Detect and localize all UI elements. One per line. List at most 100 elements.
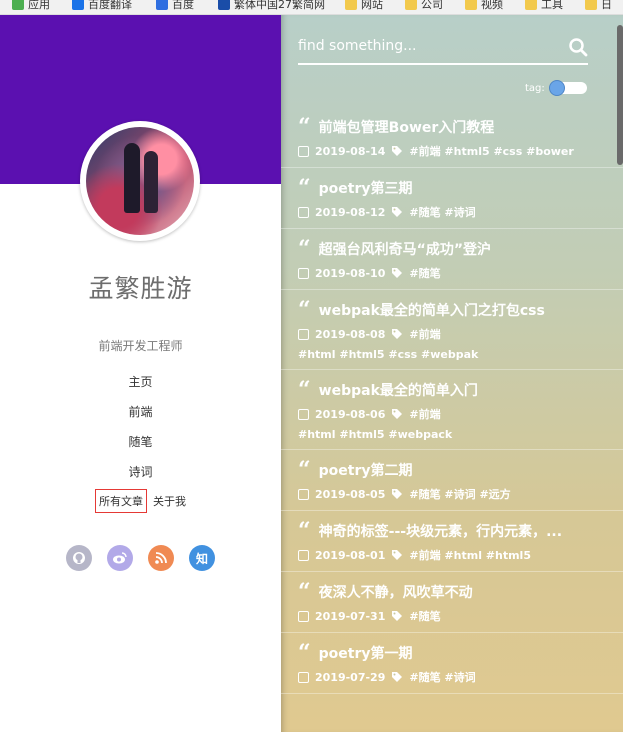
weibo-icon-glyph bbox=[113, 552, 127, 564]
nav-secondary: 所有文章 关于我 bbox=[0, 489, 281, 513]
avatar-photo bbox=[86, 127, 194, 235]
post-item[interactable]: “ poetry第二期 2019-08-05 #随笔 #诗词 #远方 bbox=[281, 450, 623, 511]
post-title-row: “ 夜深人不静，风吹草不动 bbox=[298, 582, 606, 602]
post-title-row: “ webpak最全的简单入门之打包css bbox=[298, 300, 606, 320]
bookmark-item[interactable]: 工具 bbox=[525, 0, 563, 12]
post-title[interactable]: poetry第三期 bbox=[319, 178, 413, 198]
post-title-row: “ webpak最全的简单入门 bbox=[298, 380, 606, 400]
post-item[interactable]: “ poetry第三期 2019-08-12 #随笔 #诗词 bbox=[281, 168, 623, 229]
post-tags[interactable]: #前端 #html5 #css #bower bbox=[409, 143, 573, 159]
post-tags[interactable]: #前端 bbox=[409, 406, 440, 422]
bookmark-icon bbox=[72, 0, 84, 10]
tag-icon bbox=[392, 409, 403, 419]
search-input[interactable] bbox=[298, 38, 558, 54]
calendar-icon bbox=[298, 328, 309, 340]
post-title[interactable]: 前端包管理Bower入门教程 bbox=[319, 117, 495, 137]
tag-icon bbox=[392, 550, 403, 560]
post-tags[interactable]: #前端 #html #html5 bbox=[409, 547, 531, 563]
bookmark-label: 应用 bbox=[28, 0, 50, 11]
nav-item-frontend[interactable]: 前端 bbox=[0, 402, 281, 432]
post-meta: 2019-08-14 #前端 #html5 #css #bower bbox=[298, 143, 606, 159]
bookmark-item[interactable]: 百度 bbox=[156, 0, 194, 12]
post-item[interactable]: “ 超强台风利奇马“成功”登沪 2019-08-10 #随笔 bbox=[281, 229, 623, 290]
calendar-icon bbox=[298, 488, 309, 500]
post-date: 2019-08-01 bbox=[315, 548, 386, 562]
bookmark-label: 日 bbox=[601, 0, 612, 11]
zhihu-icon[interactable]: 知 bbox=[189, 545, 215, 571]
bookmark-item[interactable]: 繁体中国27繁简网 bbox=[218, 0, 325, 12]
post-tags[interactable]: #前端 bbox=[409, 326, 440, 342]
bookmark-icon bbox=[585, 0, 597, 10]
profile-subtitle: 前端开发工程师 bbox=[98, 339, 183, 353]
nav-item-essay[interactable]: 随笔 bbox=[0, 432, 281, 462]
post-date: 2019-08-14 bbox=[315, 144, 386, 158]
nav-item-poetry[interactable]: 诗词 bbox=[0, 462, 281, 492]
post-title[interactable]: poetry第一期 bbox=[319, 643, 413, 663]
post-date: 2019-08-08 bbox=[315, 327, 386, 341]
post-tags[interactable]: #随笔 bbox=[409, 608, 440, 624]
avatar-figure bbox=[124, 143, 140, 213]
post-item[interactable]: “ 夜深人不静，风吹草不动 2019-07-31 #随笔 bbox=[281, 572, 623, 633]
article-panel: tag: “ 前端包管理Bower入门教程 2019-08-14 #前端 #html5… bbox=[281, 15, 623, 732]
bookmark-item[interactable]: 网站 bbox=[345, 0, 383, 12]
post-item[interactable]: “ webpak最全的简单入门之打包css 2019-08-08 #前端 #html #… bbox=[281, 290, 623, 370]
post-meta: 2019-08-08 #前端 bbox=[298, 326, 606, 342]
nav-item-all-articles[interactable]: 所有文章 bbox=[95, 489, 147, 513]
post-tags[interactable]: #随笔 #诗词 bbox=[409, 669, 475, 685]
bookmark-item[interactable]: 公司 bbox=[405, 0, 443, 12]
tag-icon bbox=[392, 672, 403, 682]
post-meta: 2019-08-05 #随笔 #诗词 #远方 bbox=[298, 486, 606, 502]
post-extra-tags[interactable]: #html #html5 #webpack bbox=[298, 428, 606, 441]
post-tags[interactable]: #随笔 #诗词 bbox=[409, 204, 475, 220]
bookmark-item[interactable]: 日 bbox=[585, 0, 612, 12]
post-extra-tags[interactable]: #html #html5 #css #webpak bbox=[298, 348, 606, 361]
post-title[interactable]: webpak最全的简单入门之打包css bbox=[319, 300, 545, 320]
post-title[interactable]: 神奇的标签---块级元素，行内元素，... bbox=[319, 521, 562, 541]
post-item[interactable]: “ 神奇的标签---块级元素，行内元素，... 2019-08-01 #前端 #htm… bbox=[281, 511, 623, 572]
bookmark-item[interactable]: 应用 bbox=[12, 0, 50, 12]
bookmark-item[interactable]: 视频 bbox=[465, 0, 503, 12]
calendar-icon bbox=[298, 610, 309, 622]
quote-icon: “ bbox=[298, 117, 311, 137]
tag-toggle-switch[interactable] bbox=[548, 80, 587, 96]
bookmark-label: 视频 bbox=[481, 0, 503, 11]
bookmark-item[interactable]: 百度翻译 bbox=[72, 0, 132, 12]
search-bar bbox=[298, 33, 588, 65]
rss-icon[interactable] bbox=[148, 545, 174, 571]
bookmark-label: 百度 bbox=[172, 0, 194, 11]
search-icon[interactable] bbox=[568, 37, 588, 57]
scrollbar[interactable] bbox=[617, 25, 623, 165]
nav-item-about[interactable]: 关于我 bbox=[153, 489, 186, 513]
post-tags[interactable]: #随笔 #诗词 #远方 bbox=[409, 486, 510, 502]
post-item[interactable]: “ poetry第一期 2019-07-29 #随笔 #诗词 bbox=[281, 633, 623, 694]
post-meta: 2019-08-06 #前端 bbox=[298, 406, 606, 422]
post-date: 2019-08-12 bbox=[315, 205, 386, 219]
bookmark-label: 公司 bbox=[421, 0, 443, 11]
calendar-icon bbox=[298, 267, 309, 279]
github-icon-glyph bbox=[73, 552, 85, 564]
tag-icon bbox=[392, 268, 403, 278]
post-date: 2019-08-06 bbox=[315, 407, 386, 421]
post-item[interactable]: “ 前端包管理Bower入门教程 2019-08-14 #前端 #html5 #css… bbox=[281, 107, 623, 168]
post-title[interactable]: webpak最全的简单入门 bbox=[319, 380, 478, 400]
post-title[interactable]: 夜深人不静，风吹草不动 bbox=[319, 582, 473, 602]
zhihu-glyph: 知 bbox=[195, 551, 208, 566]
post-title[interactable]: 超强台风利奇马“成功”登沪 bbox=[319, 239, 491, 259]
post-date: 2019-08-05 bbox=[315, 487, 386, 501]
bookmark-label: 工具 bbox=[541, 0, 563, 11]
avatar[interactable] bbox=[80, 121, 200, 241]
github-icon[interactable] bbox=[66, 545, 92, 571]
tag-toggle-label: tag: bbox=[525, 82, 545, 94]
post-item[interactable]: “ webpak最全的简单入门 2019-08-06 #前端 #html #html5 … bbox=[281, 370, 623, 450]
bookmark-icon bbox=[218, 0, 230, 10]
nav-item-home[interactable]: 主页 bbox=[0, 372, 281, 402]
weibo-icon[interactable] bbox=[107, 545, 133, 571]
calendar-icon bbox=[298, 408, 309, 420]
post-tags[interactable]: #随笔 bbox=[409, 265, 440, 281]
quote-icon: “ bbox=[298, 300, 311, 320]
calendar-icon bbox=[298, 145, 309, 157]
toggle-knob[interactable] bbox=[548, 80, 565, 96]
calendar-icon bbox=[298, 206, 309, 218]
post-title[interactable]: poetry第二期 bbox=[319, 460, 413, 480]
quote-icon: “ bbox=[298, 239, 311, 259]
